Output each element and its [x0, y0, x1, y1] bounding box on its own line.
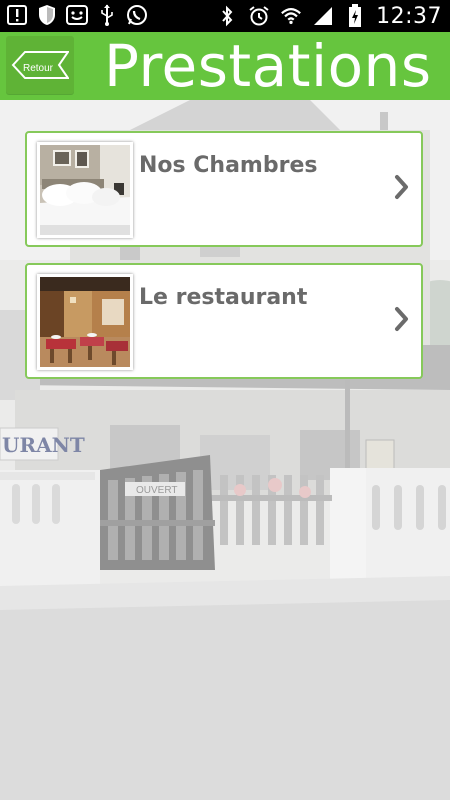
shield-icon	[36, 4, 58, 26]
status-bar: 12:37	[0, 0, 450, 32]
whatsapp-icon	[126, 4, 148, 26]
list-item-restaurant[interactable]: Le restaurant	[25, 263, 423, 379]
emoji-icon	[66, 4, 88, 26]
item-label: Nos Chambres	[139, 153, 318, 178]
restaurant-sign-text: URANT	[2, 433, 85, 457]
item-label: Le restaurant	[139, 285, 308, 310]
battery-charging-icon	[344, 4, 366, 27]
usb-icon	[96, 4, 118, 26]
wifi-icon	[280, 5, 302, 27]
alarm-icon	[248, 5, 270, 27]
chevron-right-icon	[395, 307, 408, 331]
gate-sign-text: OUVERT	[136, 485, 178, 496]
bedroom-thumbnail	[37, 142, 133, 238]
back-button[interactable]: Retour	[6, 36, 74, 94]
page-title: Prestations	[104, 32, 432, 100]
signal-icon	[312, 5, 334, 27]
bluetooth-icon	[216, 5, 238, 27]
back-label: Retour	[23, 63, 54, 74]
restaurant-thumbnail	[37, 274, 133, 370]
chevron-right-icon	[395, 175, 408, 199]
clock: 12:37	[376, 3, 442, 29]
list-item-chambres[interactable]: Nos Chambres	[25, 131, 423, 247]
alert-icon	[6, 4, 28, 26]
